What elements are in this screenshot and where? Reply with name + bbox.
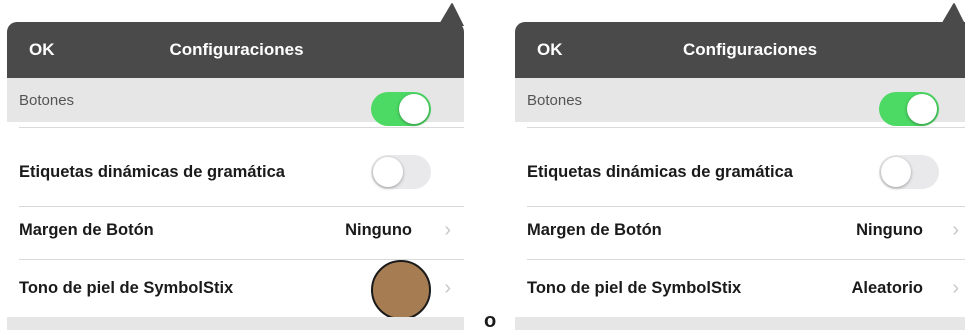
page-title: Configuraciones: [682, 40, 818, 59]
grammar-labels-label: Etiquetas dinámicas de gramática: [527, 163, 793, 181]
divider: [527, 259, 965, 260]
separator-or: o: [484, 310, 497, 332]
settings-header: OK Configuraciones: [515, 22, 965, 78]
divider: [19, 127, 464, 128]
toggle-knob: [881, 157, 911, 187]
grammar-labels-toggle[interactable]: [879, 155, 939, 189]
button-margin-label: Margen de Botón: [527, 221, 662, 239]
button-margin-value: Ninguno: [345, 221, 412, 239]
skin-tone-label: Tono de piel de SymbolStix: [19, 279, 234, 297]
row-grammar-labels[interactable]: Etiquetas dinámicas de gramática: [515, 150, 965, 194]
grammar-labels-toggle[interactable]: [371, 155, 431, 189]
grammar-labels-label: Etiquetas dinámicas de gramática: [19, 163, 285, 181]
toggle-knob: [907, 94, 937, 124]
skin-tone-label: Tono de piel de SymbolStix: [527, 279, 742, 297]
settings-panel-right: OK Configuraciones Botones Etiquetas din…: [515, 0, 965, 330]
skin-tone-swatch[interactable]: [371, 260, 431, 320]
row-button-margin[interactable]: Margen de Botón Ninguno ›: [515, 208, 965, 252]
section-footer: [515, 317, 965, 330]
divider: [527, 206, 965, 207]
row-skin-tone[interactable]: Tono de piel de SymbolStix ›: [7, 260, 464, 320]
button-margin-value: Ninguno: [856, 221, 923, 239]
section-footer: [7, 317, 464, 330]
chevron-right-icon: ›: [444, 219, 451, 241]
toggle-knob: [399, 94, 429, 124]
toggle-switch-on[interactable]: [879, 92, 939, 126]
chevron-right-icon: ›: [952, 219, 959, 241]
chevron-right-icon: ›: [952, 277, 959, 299]
chevron-right-icon: ›: [444, 277, 451, 299]
settings-header: OK Configuraciones: [7, 22, 464, 78]
page-title: Configuraciones: [169, 40, 304, 59]
divider: [19, 206, 464, 207]
skin-tone-value: Aleatorio: [851, 279, 923, 297]
button-margin-label: Margen de Botón: [19, 221, 154, 239]
row-grammar-labels[interactable]: Etiquetas dinámicas de gramática: [7, 150, 464, 194]
row-partial-toggle: [515, 92, 965, 126]
row-button-margin[interactable]: Margen de Botón Ninguno ›: [7, 208, 464, 252]
toggle-switch-on[interactable]: [371, 92, 431, 126]
row-skin-tone[interactable]: Tono de piel de SymbolStix Aleatorio ›: [515, 266, 965, 310]
row-partial-toggle: [7, 92, 464, 126]
settings-panel-left: OK Configuraciones Botones Etiquetas din…: [7, 0, 464, 330]
divider: [527, 127, 965, 128]
toggle-knob: [373, 157, 403, 187]
